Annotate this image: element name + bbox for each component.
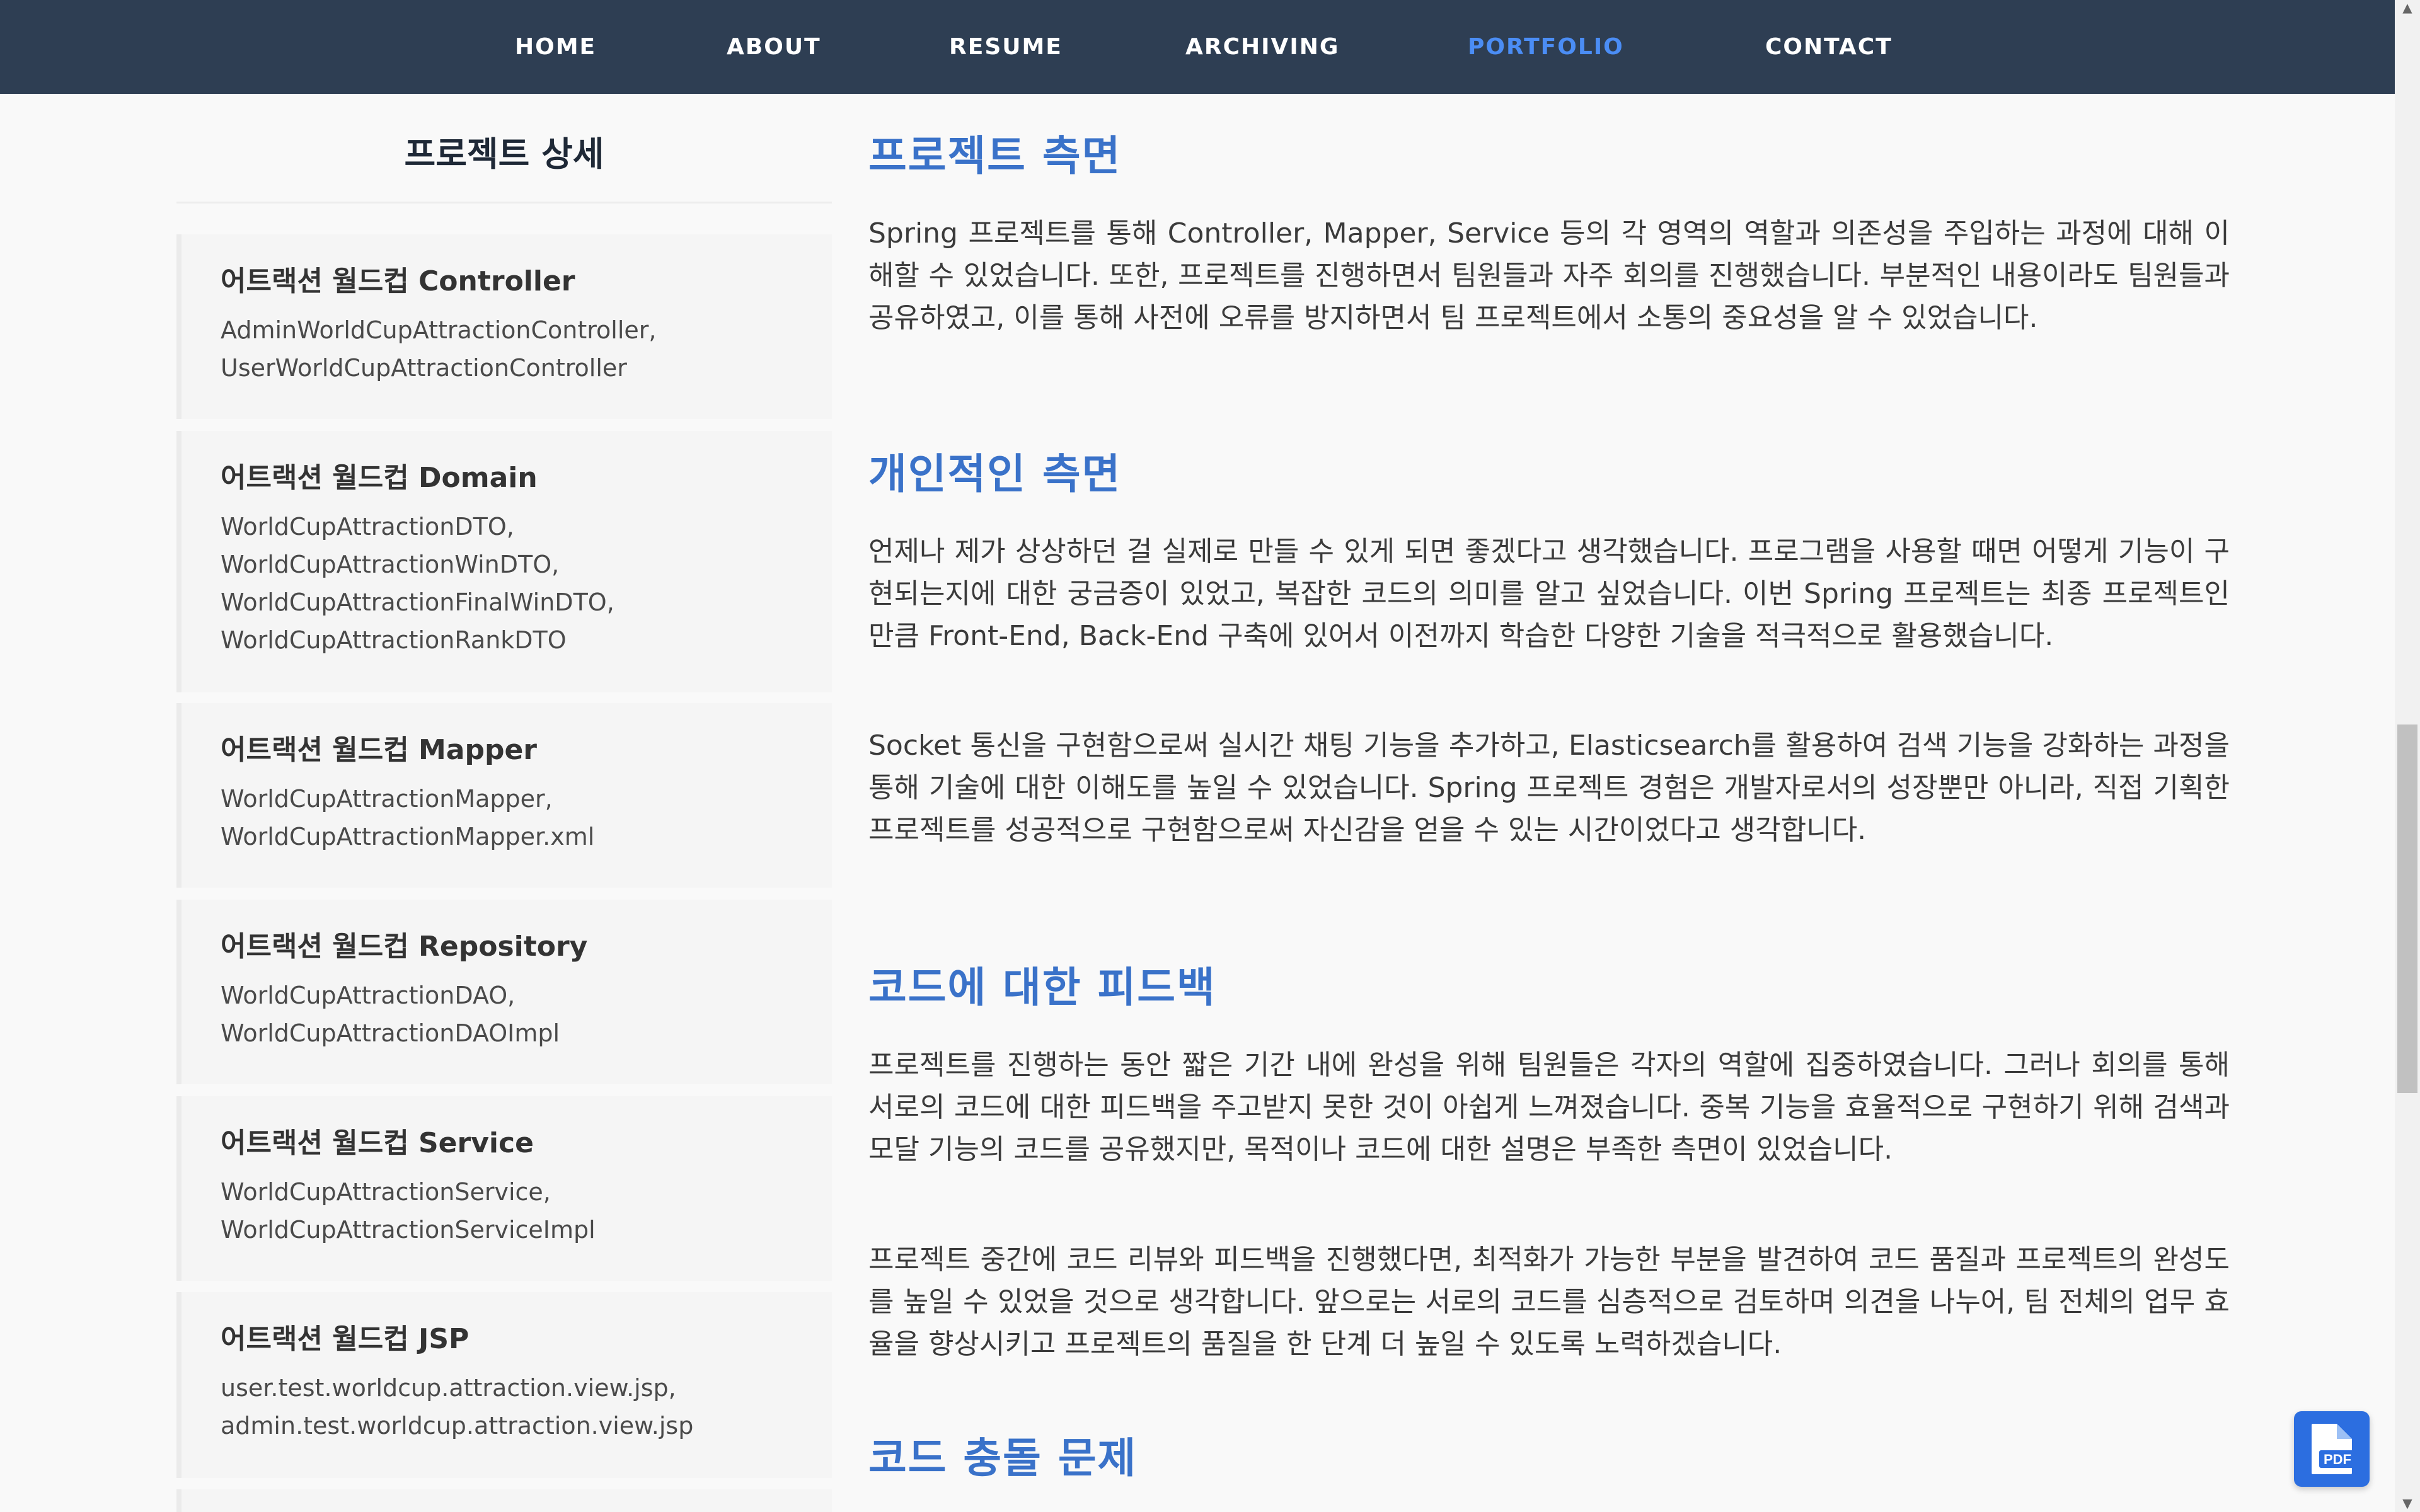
section-heading-personal: 개인적인 측면: [868, 450, 1122, 498]
scroll-down-arrow-icon[interactable]: ▼: [2400, 1496, 2415, 1511]
card-title: 어트랙션 월드컵 Mapper: [221, 734, 538, 766]
sidebar-title: 프로젝트 상세: [404, 134, 604, 174]
card-title: 어트랙션 월드컵 Domain: [221, 462, 538, 494]
card-line: AdminWorldCupAttractionController,: [221, 316, 657, 344]
scrollbar-thumb[interactable]: [2397, 724, 2417, 1093]
card-line: UserWorldCupAttractionController: [221, 354, 627, 382]
card-line: WorldCupAttractionDAO,: [221, 982, 516, 1009]
card-title: 어트랙션 월드컵 Repository: [221, 931, 588, 963]
card-line: WorldCupAttractionService,: [221, 1178, 551, 1206]
detail-card-jsp: 어트랙션 월드컵 JSP user.test.worldcup.attracti…: [176, 1292, 832, 1478]
card-title: 어트랙션 월드컵 Controller: [221, 265, 575, 297]
card-line: WorldCupAttractionRankDTO: [221, 626, 567, 654]
detail-card-service: 어트랙션 월드컵 Service WorldCupAttractionServi…: [176, 1096, 832, 1281]
section-paragraph: 프로젝트 중간에 코드 리뷰와 피드백을 진행했다면, 최적화가 가능한 부분을…: [868, 1244, 2230, 1360]
card-body: user.test.worldcup.attraction.view.jsp, …: [221, 1369, 826, 1445]
card-line: admin.test.worldcup.attraction.view.jsp: [221, 1412, 694, 1440]
card-line: WorldCupAttractionMapper.xml: [221, 823, 595, 850]
nav-resume[interactable]: RESUME: [949, 30, 1063, 64]
section-paragraph: Spring 프로젝트를 통해 Controller, Mapper, Serv…: [868, 217, 2230, 334]
card-title: 어트랙션 월드컵 JSP: [221, 1323, 470, 1355]
card-line: WorldCupAttractionMapper,: [221, 785, 553, 813]
pdf-download-button[interactable]: PDF: [2294, 1411, 2370, 1487]
card-title: 어트랙션 월드컵 Service: [221, 1127, 534, 1159]
card-line: WorldCupAttractionDTO,: [221, 513, 514, 541]
detail-card-domain: 어트랙션 월드컵 Domain WorldCupAttractionDTO, W…: [176, 431, 832, 692]
section-paragraph: 언제나 제가 상상하던 걸 실제로 만들 수 있게 되면 좋겠다고 생각했습니다…: [868, 536, 2230, 652]
section-heading-project: 프로젝트 측면: [868, 132, 1122, 180]
card-line: WorldCupAttractionServiceImpl: [221, 1216, 596, 1244]
section-heading-conflict: 코드 충돌 문제: [868, 1434, 1138, 1482]
detail-card-controller: 어트랙션 월드컵 Controller AdminWorldCupAttract…: [176, 234, 832, 419]
card-line: user.test.worldcup.attraction.view.jsp,: [221, 1374, 676, 1402]
card-body: WorldCupAttractionDTO, WorldCupAttractio…: [221, 508, 826, 659]
card-line: WorldCupAttractionWinDTO,: [221, 551, 560, 578]
scroll-up-arrow-icon[interactable]: ▲: [2400, 0, 2415, 15]
nav-about[interactable]: ABOUT: [727, 30, 821, 64]
card-line: WorldCupAttractionFinalWinDTO,: [221, 588, 614, 616]
section-paragraph: Socket 통신을 구현함으로써 실시간 채팅 기능을 추가하고, Elast…: [868, 730, 2230, 846]
detail-card-repository: 어트랙션 월드컵 Repository WorldCupAttractionDA…: [176, 900, 832, 1084]
nav-archiving[interactable]: ARCHIVING: [1185, 30, 1339, 64]
card-body: AdminWorldCupAttractionController, UserW…: [221, 311, 826, 387]
card-body: WorldCupAttractionDAO, WorldCupAttractio…: [221, 976, 826, 1052]
card-line: WorldCupAttractionDAOImpl: [221, 1019, 560, 1047]
sidebar-divider: [176, 202, 832, 203]
nav-portfolio[interactable]: PORTFOLIO: [1468, 30, 1624, 64]
nav-home[interactable]: HOME: [515, 30, 596, 64]
nav-contact[interactable]: CONTACT: [1765, 30, 1893, 64]
pdf-file-icon: PDF: [2312, 1424, 2354, 1474]
card-body: WorldCupAttractionService, WorldCupAttra…: [221, 1173, 826, 1249]
section-paragraph: 프로젝트를 진행하는 동안 짧은 기간 내에 완성을 위해 팀원들은 각자의 역…: [868, 1049, 2230, 1166]
detail-card-next: [176, 1489, 832, 1512]
section-heading-feedback: 코드에 대한 피드백: [868, 963, 1216, 1012]
top-navigation: HOME ABOUT RESUME ARCHIVING PORTFOLIO CO…: [0, 0, 2395, 94]
card-body: WorldCupAttractionMapper, WorldCupAttrac…: [221, 780, 826, 856]
detail-card-mapper: 어트랙션 월드컵 Mapper WorldCupAttractionMapper…: [176, 703, 832, 888]
pdf-label: PDF: [2324, 1452, 2351, 1467]
